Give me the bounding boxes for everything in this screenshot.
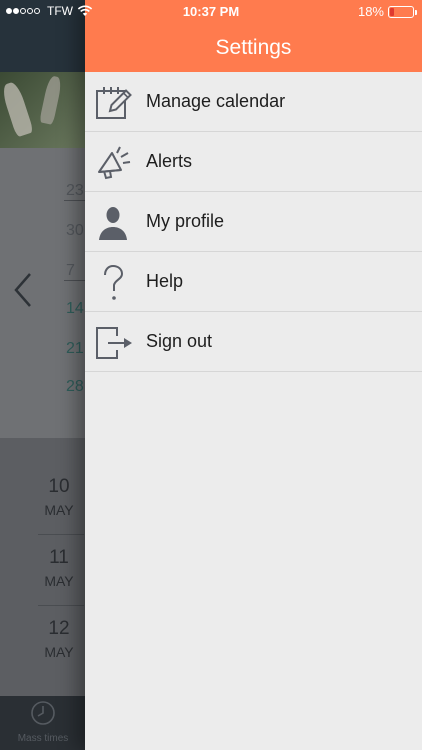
calendar-edit-icon [96, 87, 132, 119]
menu-item-label: Help [146, 271, 184, 291]
calendar-day: 21 [66, 340, 84, 357]
battery-fill [390, 7, 394, 16]
clock-icon [31, 701, 55, 725]
menu-item-label: My profile [146, 211, 225, 231]
divider [38, 605, 84, 606]
divider [38, 534, 84, 535]
battery-percentage: 18% [357, 4, 384, 19]
date-item[interactable]: 11 MAY [36, 547, 82, 589]
date-day: 10 [48, 476, 70, 497]
date-item[interactable]: 12 MAY [36, 618, 82, 660]
calendar-day: 30 [66, 222, 84, 239]
date-day: 11 [49, 547, 69, 568]
status-right: 18% [357, 4, 417, 19]
settings-menu: Manage calendar Alerts My profile Help S… [85, 72, 422, 372]
date-month: MAY [44, 644, 74, 660]
menu-item-alerts[interactable]: Alerts [85, 132, 422, 192]
menu-item-sign-out[interactable]: Sign out [85, 312, 422, 372]
menu-item-help[interactable]: Help [85, 252, 422, 312]
sign-out-icon [96, 327, 132, 359]
settings-drawer: Settings Manage calendar Alerts My profi… [85, 0, 422, 750]
date-month: MAY [44, 573, 74, 589]
menu-item-label: Manage calendar [146, 91, 286, 111]
person-icon [99, 207, 127, 240]
calendar-day: 7 [66, 262, 75, 279]
date-month: MAY [44, 502, 74, 518]
chevron-left-icon[interactable] [12, 272, 34, 308]
date-day: 12 [48, 618, 70, 639]
date-item[interactable]: 10 MAY [36, 476, 82, 518]
menu-item-label: Sign out [146, 331, 213, 351]
battery-icon [388, 5, 417, 18]
tab-mass-times[interactable]: Mass times [10, 700, 76, 744]
calendar-day: 23 [66, 182, 84, 199]
megaphone-icon [98, 146, 131, 180]
question-mark-icon [104, 264, 124, 300]
tab-label: Mass times [17, 733, 69, 744]
status-bar: TFW 10:37 PM 18% [0, 0, 422, 24]
menu-item-label: Alerts [146, 151, 193, 171]
calendar-day: 14 [66, 300, 84, 317]
menu-item-my-profile[interactable]: My profile [85, 192, 422, 252]
menu-item-manage-calendar[interactable]: Manage calendar [85, 72, 422, 132]
calendar-day: 28 [66, 378, 84, 395]
drawer-title: Settings [215, 36, 292, 59]
